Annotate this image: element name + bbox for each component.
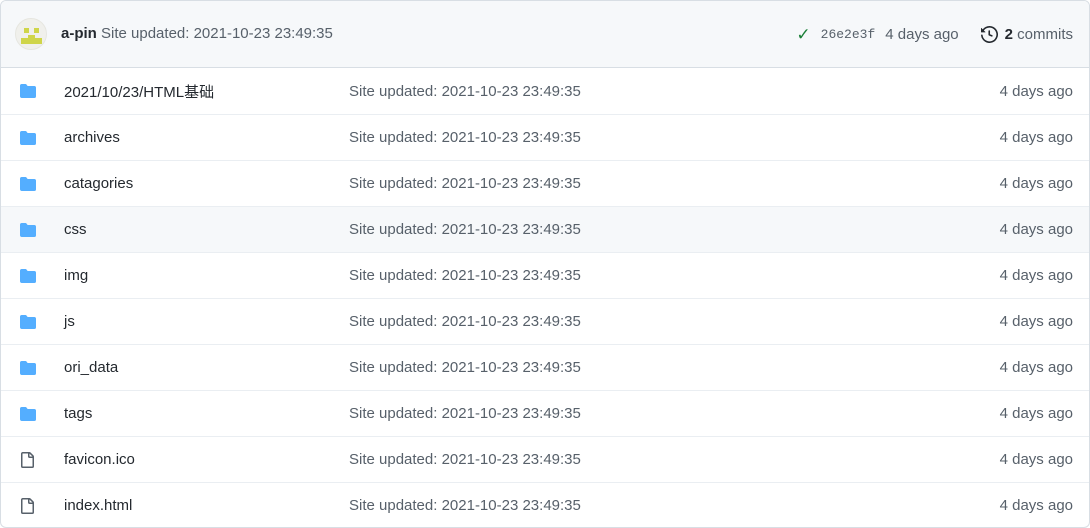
commit-age-cell: 4 days ago <box>999 82 1073 100</box>
latest-commit-title: a-pin Site updated: 2021-10-23 23:49:35 <box>61 24 333 44</box>
table-row[interactable]: css Site updated: 2021-10-23 23:49:35 4 … <box>1 206 1089 252</box>
commit-age-cell: 4 days ago <box>999 221 1073 238</box>
folder-icon <box>20 360 36 375</box>
commit-sha-link[interactable]: 26e2e3f <box>821 27 876 42</box>
commit-message-cell[interactable]: Site updated: 2021-10-23 23:49:35 <box>349 497 1000 514</box>
table-row[interactable]: index.html Site updated: 2021-10-23 23:4… <box>1 482 1089 527</box>
folder-icon <box>20 314 36 329</box>
commit-message-cell[interactable]: Site updated: 2021-10-23 23:49:35 <box>349 451 1000 468</box>
commit-message-cell[interactable]: Site updated: 2021-10-23 23:49:35 <box>349 175 1000 192</box>
commit-age-cell: 4 days ago <box>999 313 1073 330</box>
table-row[interactable]: archives Site updated: 2021-10-23 23:49:… <box>1 114 1089 160</box>
commit-message-cell[interactable]: Site updated: 2021-10-23 23:49:35 <box>349 267 1000 284</box>
table-row[interactable]: img Site updated: 2021-10-23 23:49:35 4 … <box>1 252 1089 298</box>
commit-message-cell[interactable]: Site updated: 2021-10-23 23:49:35 <box>349 129 1000 146</box>
table-row[interactable]: favicon.ico Site updated: 2021-10-23 23:… <box>1 436 1089 482</box>
commit-age-cell: 4 days ago <box>999 497 1073 514</box>
commit-message-cell[interactable]: Site updated: 2021-10-23 23:49:35 <box>349 83 1000 100</box>
commit-relative-time: 4 days ago <box>885 25 959 43</box>
row-icon-cell <box>19 176 41 192</box>
commits-count[interactable]: 2 commits <box>1005 26 1073 43</box>
row-icon-cell <box>19 451 41 469</box>
repository-file-browser: a-pin Site updated: 2021-10-23 23:49:35 … <box>0 0 1090 528</box>
file-name-link[interactable]: img <box>41 267 349 284</box>
file-icon <box>21 497 34 514</box>
row-icon-cell <box>19 360 41 376</box>
table-row[interactable]: 2021/10/23/HTML基础 Site updated: 2021-10-… <box>1 68 1089 114</box>
row-icon-cell <box>19 83 41 99</box>
row-icon-cell <box>19 497 41 515</box>
file-name-link[interactable]: archives <box>41 129 349 146</box>
commit-age-cell: 4 days ago <box>999 129 1073 146</box>
commit-message-link[interactable]: Site updated: 2021-10-23 23:49:35 <box>101 25 333 42</box>
folder-icon <box>20 84 36 98</box>
commit-age-cell: 4 days ago <box>999 175 1073 192</box>
file-name-link[interactable]: css <box>41 221 349 238</box>
file-name-link[interactable]: catagories <box>41 175 349 192</box>
file-name-link[interactable]: ori_data <box>41 359 349 376</box>
commit-age-cell: 4 days ago <box>999 267 1073 284</box>
row-icon-cell <box>19 268 41 284</box>
folder-icon <box>20 222 36 237</box>
file-name-link[interactable]: tags <box>41 405 349 422</box>
avatar[interactable] <box>15 18 47 50</box>
row-icon-cell <box>19 222 41 238</box>
file-list: 2021/10/23/HTML基础 Site updated: 2021-10-… <box>1 68 1089 527</box>
commits-label: commits <box>1013 25 1073 43</box>
table-row[interactable]: ori_data Site updated: 2021-10-23 23:49:… <box>1 344 1089 390</box>
file-name-link[interactable]: index.html <box>41 497 349 514</box>
file-name-link[interactable]: favicon.ico <box>41 451 349 468</box>
avatar-block <box>21 38 42 44</box>
latest-commit-header: a-pin Site updated: 2021-10-23 23:49:35 … <box>1 1 1089 68</box>
commit-age-cell: 4 days ago <box>999 451 1073 468</box>
folder-icon <box>20 268 36 283</box>
commit-message-cell[interactable]: Site updated: 2021-10-23 23:49:35 <box>349 359 1000 376</box>
commit-meta: ✓ 26e2e3f 4 days ago 2 commits <box>796 25 1073 43</box>
commit-author-link[interactable]: a-pin <box>61 25 97 42</box>
file-name-link[interactable]: js <box>41 313 349 330</box>
row-icon-cell <box>19 406 41 422</box>
row-icon-cell <box>19 314 41 330</box>
table-row[interactable]: js Site updated: 2021-10-23 23:49:35 4 d… <box>1 298 1089 344</box>
avatar-block <box>34 28 39 33</box>
commit-age-cell: 4 days ago <box>999 359 1073 376</box>
table-row[interactable]: tags Site updated: 2021-10-23 23:49:35 4… <box>1 390 1089 436</box>
folder-icon <box>20 406 36 421</box>
avatar-block <box>24 28 29 33</box>
commit-age-cell: 4 days ago <box>999 405 1073 422</box>
history-icon <box>980 25 998 43</box>
folder-icon <box>20 176 36 191</box>
check-icon[interactable]: ✓ <box>796 26 810 43</box>
row-icon-cell <box>19 130 41 146</box>
file-name-link[interactable]: 2021/10/23/HTML基础 <box>41 81 349 102</box>
folder-icon <box>20 130 36 145</box>
file-icon <box>21 451 34 468</box>
table-row[interactable]: catagories Site updated: 2021-10-23 23:4… <box>1 160 1089 206</box>
commit-message-cell[interactable]: Site updated: 2021-10-23 23:49:35 <box>349 221 1000 238</box>
commit-message-cell[interactable]: Site updated: 2021-10-23 23:49:35 <box>349 313 1000 330</box>
commit-message-cell[interactable]: Site updated: 2021-10-23 23:49:35 <box>349 405 1000 422</box>
commits-number: 2 <box>1004 25 1013 43</box>
